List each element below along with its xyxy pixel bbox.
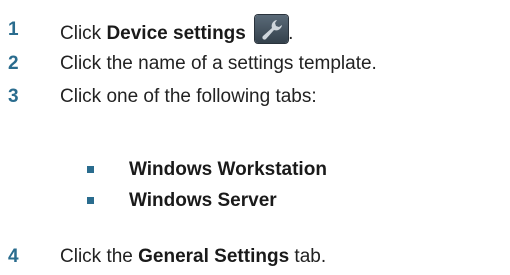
general-settings-label: General Settings [138,246,290,267]
step-number: 2 [8,53,19,74]
step-text-prefix: Click [60,23,107,44]
step-text: Click the name of a settings template. [60,53,377,74]
wrench-icon [255,15,289,43]
step-text-suffix: . [288,23,294,44]
step-text-prefix: Click the [60,246,139,267]
device-settings-label: Device settings [106,23,246,44]
step-text: Click Device settings . [60,15,293,45]
bullet-marker [87,166,94,173]
step-number: 4 [8,246,19,267]
step-number: 1 [8,19,19,40]
bullet-marker [87,197,94,204]
tab-option-label: Windows Server [129,190,277,211]
step-text: Click one of the following tabs: [60,86,317,107]
step-text: Click the General Settings tab. [60,246,326,268]
tab-option-label: Windows Workstation [129,159,327,180]
step-text-suffix: tab. [289,246,327,267]
step-number: 3 [8,86,19,107]
